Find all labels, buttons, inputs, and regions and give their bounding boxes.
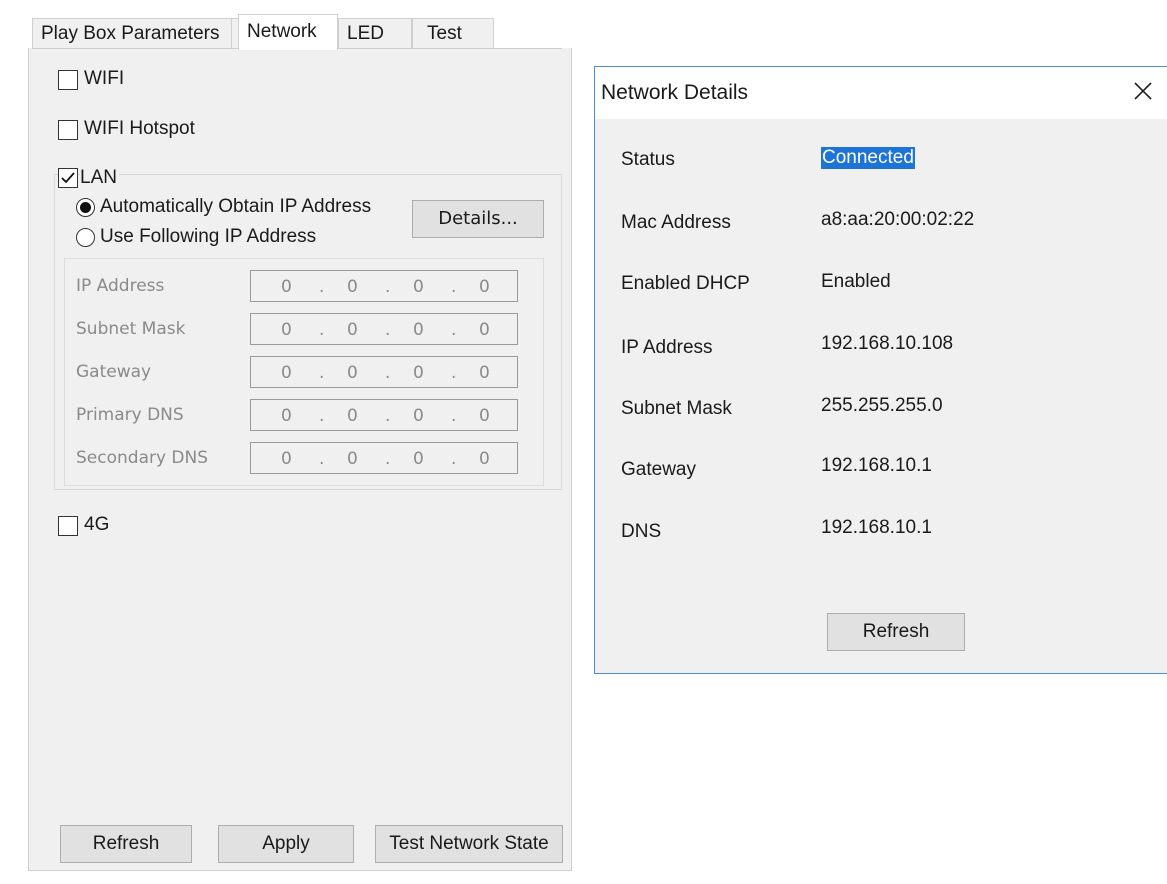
ip-dot: .: [385, 363, 391, 383]
ip-octet: 0: [413, 320, 424, 340]
ip-octet: 0: [413, 277, 424, 297]
close-icon[interactable]: [1131, 79, 1155, 103]
secondary-dns-label: Secondary DNS: [76, 448, 209, 468]
tab-label: Play Box Parameters: [41, 23, 220, 44]
subnet-mask-label: Subnet Mask: [76, 319, 186, 339]
settings-panel: Play Box Parameters Network LED Test WIF…: [0, 0, 572, 884]
enabled-dhcp-label: Enabled DHCP: [621, 273, 750, 294]
ip-dot: .: [451, 449, 457, 469]
ip-octet: 0: [479, 363, 490, 383]
radio-selected-dot: [80, 202, 91, 213]
ip-octet: 0: [281, 406, 292, 426]
network-details-dialog: Network Details Status Connected Mac Add…: [594, 66, 1167, 674]
gateway-label: Gateway: [76, 362, 152, 382]
ip-octet: 0: [281, 277, 292, 297]
refresh-button[interactable]: Refresh: [60, 825, 192, 863]
secondary-dns-field[interactable]: 0 . 0 . 0 . 0: [250, 442, 518, 474]
wifi-hotspot-label: WIFI Hotspot: [84, 118, 195, 139]
lan-checkbox[interactable]: [58, 168, 78, 188]
ip-dot: .: [451, 406, 457, 426]
wifi-label: WIFI: [84, 68, 125, 89]
ip-octet: 0: [413, 363, 424, 383]
ip-octet: 0: [281, 320, 292, 340]
tab-network[interactable]: Network: [238, 14, 338, 50]
ip-address-label: IP Address: [621, 337, 713, 358]
wifi-hotspot-checkbox[interactable]: [58, 120, 78, 140]
gateway-label: Gateway: [621, 459, 696, 480]
ip-dot: .: [319, 406, 325, 426]
status-label: Status: [621, 149, 675, 170]
tab-play-box-parameters[interactable]: Play Box Parameters: [32, 18, 232, 48]
status-value: Connected: [821, 147, 915, 169]
ip-octet: 0: [347, 406, 358, 426]
ip-octet: 0: [413, 406, 424, 426]
ip-octet: 0: [347, 449, 358, 469]
subnet-mask-label: Subnet Mask: [621, 398, 732, 419]
lan-label: LAN: [80, 166, 119, 190]
ip-dot: .: [319, 277, 325, 297]
4g-label: 4G: [84, 514, 110, 535]
ip-octet: 0: [479, 449, 490, 469]
ip-dot: .: [385, 277, 391, 297]
tab-label: LED: [347, 23, 384, 44]
4g-checkbox[interactable]: [58, 516, 78, 536]
gateway-field[interactable]: 0 . 0 . 0 . 0: [250, 356, 518, 388]
ip-dot: .: [385, 449, 391, 469]
test-network-state-button[interactable]: Test Network State: [375, 825, 563, 863]
mac-address-value: a8:aa:20:00:02:22: [821, 209, 975, 230]
tab-led[interactable]: LED: [338, 18, 412, 48]
wifi-checkbox[interactable]: [58, 70, 78, 90]
tab-test[interactable]: Test: [412, 18, 494, 48]
ip-octet: 0: [479, 277, 490, 297]
tab-label: Test: [427, 23, 462, 44]
ip-dot: .: [319, 449, 325, 469]
dns-value: 192.168.10.1: [821, 517, 932, 538]
ip-octet: 0: [281, 449, 292, 469]
apply-button[interactable]: Apply: [218, 825, 354, 863]
ip-address-value: 192.168.10.108: [821, 333, 954, 354]
details-button[interactable]: Details...: [412, 200, 544, 238]
ip-address-field[interactable]: 0 . 0 . 0 . 0: [250, 270, 518, 302]
ip-dot: .: [385, 406, 391, 426]
subnet-mask-value: 255.255.255.0: [821, 395, 943, 416]
gateway-value: 192.168.10.1: [821, 455, 932, 476]
ip-octet: 0: [479, 406, 490, 426]
auto-ip-label: Automatically Obtain IP Address: [100, 196, 372, 217]
subnet-mask-field[interactable]: 0 . 0 . 0 . 0: [250, 313, 518, 345]
auto-ip-radio[interactable]: [76, 198, 95, 217]
dialog-title: Network Details: [601, 81, 749, 104]
ip-address-label: IP Address: [76, 276, 165, 296]
ip-octet: 0: [479, 320, 490, 340]
ip-octet: 0: [281, 363, 292, 383]
ip-dot: .: [451, 320, 457, 340]
ip-dot: .: [319, 363, 325, 383]
dns-label: DNS: [621, 521, 662, 542]
checkmark-icon: [61, 172, 75, 184]
ip-octet: 0: [413, 449, 424, 469]
manual-ip-radio[interactable]: [76, 228, 95, 247]
ip-dot: .: [385, 320, 391, 340]
tab-strip: Play Box Parameters Network LED Test: [32, 14, 494, 50]
mac-address-label: Mac Address: [621, 212, 731, 233]
primary-dns-label: Primary DNS: [76, 405, 184, 425]
ip-octet: 0: [347, 363, 358, 383]
tab-label: Network: [247, 21, 317, 42]
ip-dot: .: [451, 363, 457, 383]
ip-octet: 0: [347, 277, 358, 297]
primary-dns-field[interactable]: 0 . 0 . 0 . 0: [250, 399, 518, 431]
enabled-dhcp-value: Enabled: [821, 271, 891, 292]
ip-octet: 0: [347, 320, 358, 340]
ip-dot: .: [319, 320, 325, 340]
dialog-titlebar: Network Details: [595, 67, 1167, 119]
ip-dot: .: [451, 277, 457, 297]
dialog-refresh-button[interactable]: Refresh: [827, 613, 965, 651]
manual-ip-label: Use Following IP Address: [100, 226, 317, 247]
